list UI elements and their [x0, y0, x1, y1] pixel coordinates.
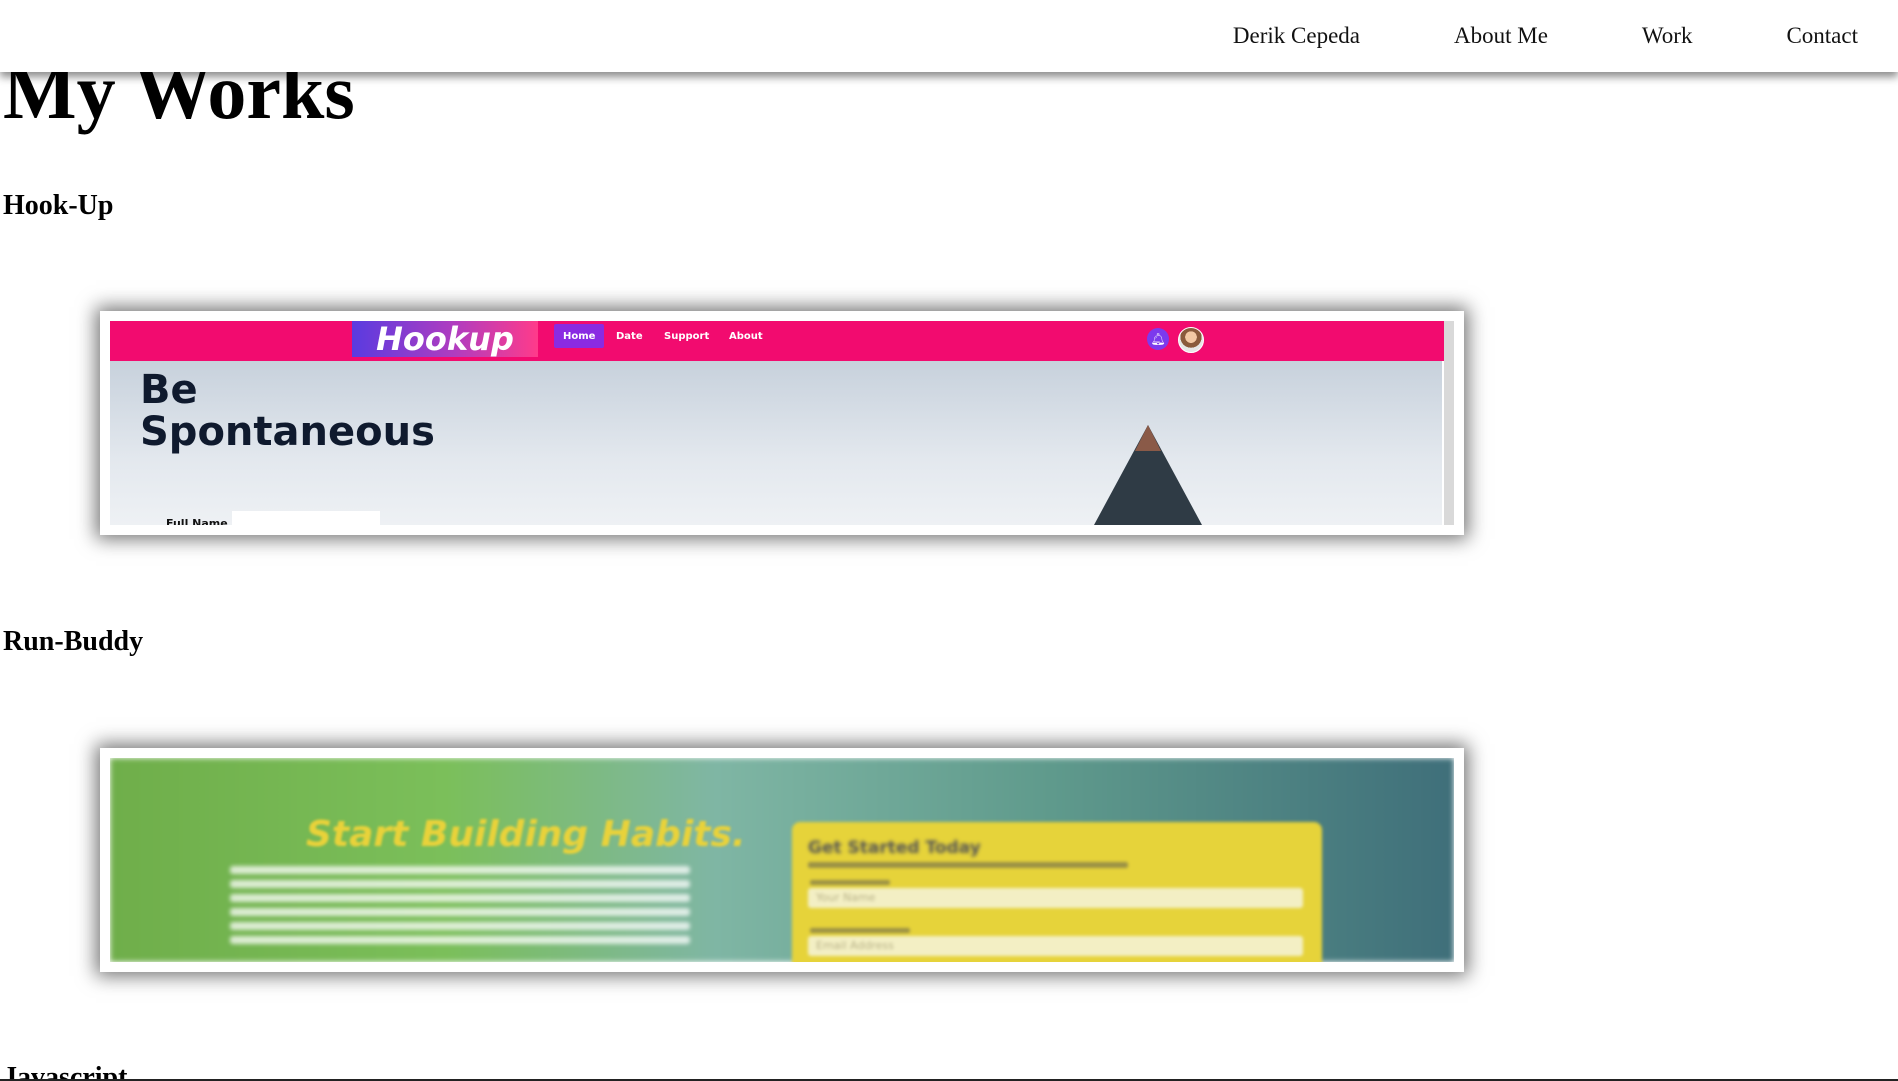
run-buddy-form-panel: Get Started Today Your Name Email Addres… — [792, 822, 1322, 962]
avatar — [1178, 327, 1204, 353]
text-line — [230, 866, 690, 874]
project-heading-hook-up: Hook-Up — [3, 190, 114, 221]
nav-link-contact[interactable]: Contact — [1786, 23, 1858, 49]
text-line — [230, 894, 690, 902]
hookup-headline-line-1: Be — [140, 367, 198, 413]
hookup-nav-home: Home — [554, 324, 605, 348]
email-label — [810, 928, 910, 933]
hookup-header: Hookup Home Date Support About 🔔︎ — [110, 321, 1454, 361]
project-heading-run-buddy: Run-Buddy — [3, 626, 144, 657]
run-buddy-body-text — [230, 866, 690, 950]
text-line — [230, 936, 690, 944]
hook-up-screenshot[interactable]: Hookup Home Date Support About 🔔︎ Be Spo… — [100, 311, 1464, 535]
hookup-nav-date: Date — [616, 330, 643, 342]
hookup-headline-line-2: Spontaneous — [140, 409, 435, 455]
nav-link-work[interactable]: Work — [1642, 23, 1693, 49]
hookup-headline: Be Spontaneous — [140, 369, 435, 453]
nav-link-about-me[interactable]: About Me — [1454, 23, 1548, 49]
text-line — [230, 922, 690, 930]
name-label — [810, 880, 890, 885]
hook-up-screenshot-content: Hookup Home Date Support About 🔔︎ Be Spo… — [110, 321, 1454, 525]
hookup-logo: Hookup — [352, 321, 538, 358]
text-line — [230, 880, 690, 888]
run-buddy-screenshot[interactable]: Start Building Habits. Get Started Today… — [100, 748, 1464, 972]
nav-link-home[interactable]: Derik Cepeda — [1233, 23, 1360, 49]
nav-links: Derik Cepeda About Me Work Contact — [1139, 0, 1858, 72]
run-buddy-screenshot-content: Start Building Habits. Get Started Today… — [110, 758, 1454, 962]
top-navigation: Derik Cepeda About Me Work Contact — [0, 0, 1898, 72]
bell-icon: 🔔︎ — [1147, 328, 1169, 350]
hookup-full-name-label: Full Name — [166, 517, 228, 525]
hookup-scrollbar — [1444, 321, 1454, 525]
hookup-nav-about: About — [729, 330, 763, 342]
hookup-full-name-field — [232, 511, 380, 525]
run-buddy-form-subtitle — [808, 862, 1128, 868]
text-line — [230, 908, 690, 916]
run-buddy-email-input: Email Address — [808, 936, 1303, 956]
run-buddy-form-title: Get Started Today — [808, 838, 981, 858]
hookup-nav-support: Support — [664, 330, 710, 342]
run-buddy-name-input: Your Name — [808, 888, 1303, 908]
run-buddy-title: Start Building Habits. — [306, 814, 746, 855]
tower-tip-graphic — [1135, 425, 1161, 451]
